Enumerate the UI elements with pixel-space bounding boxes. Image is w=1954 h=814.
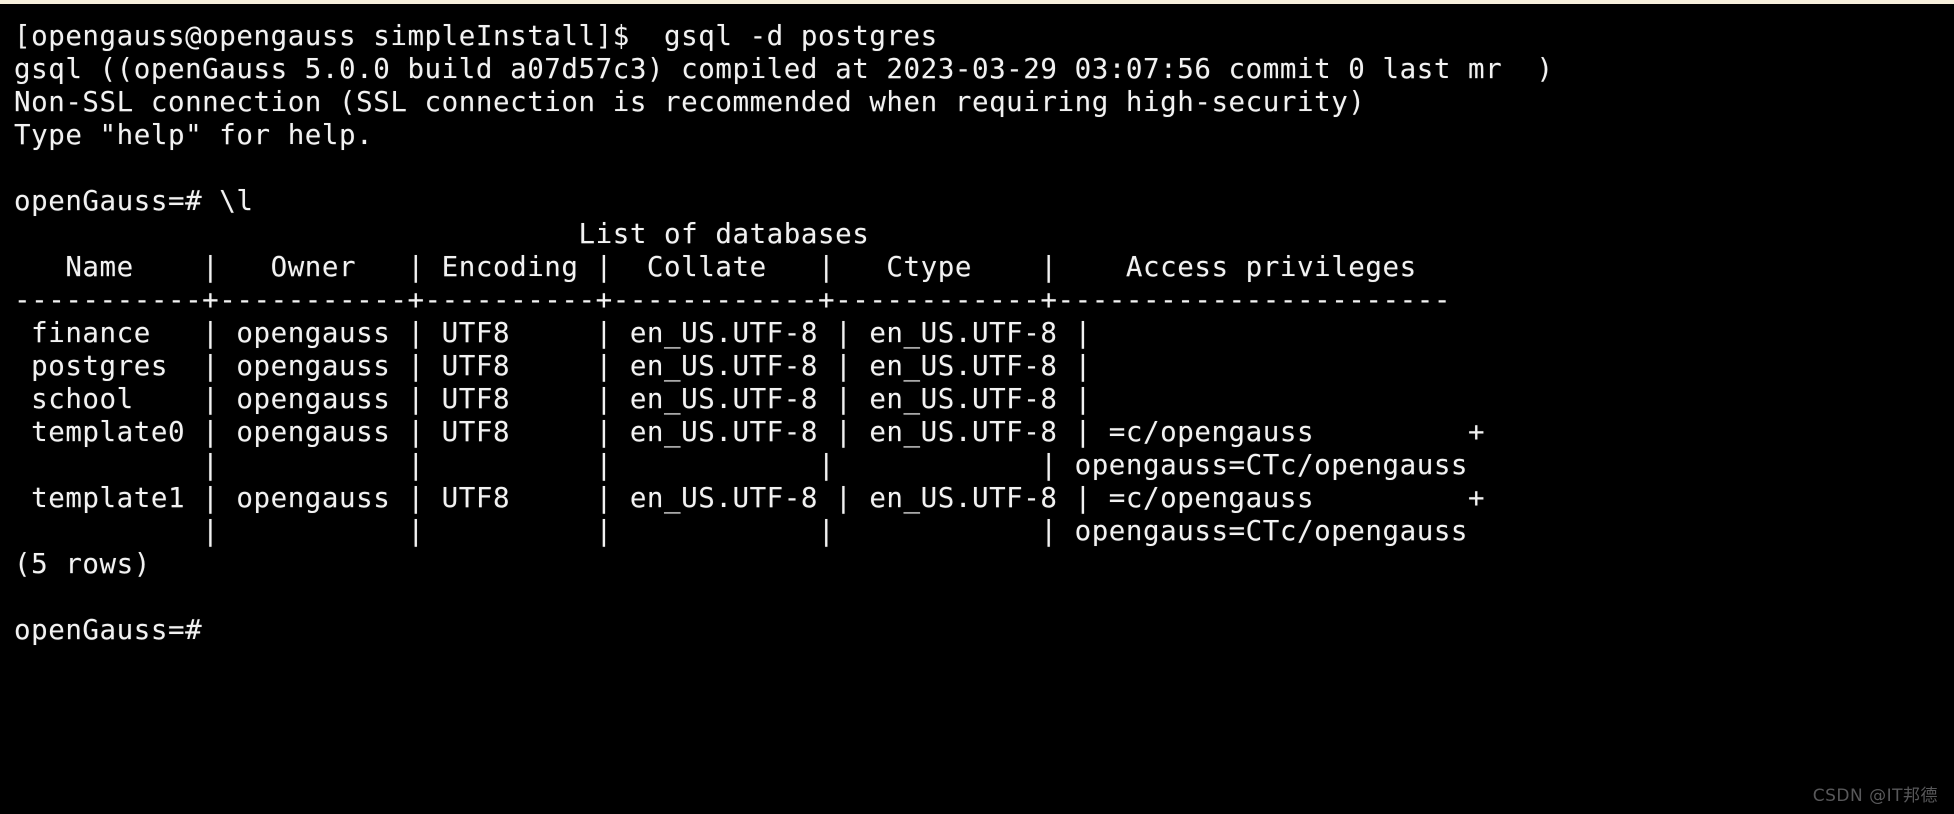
terminal-line-help-hint: Type "help" for help. (14, 119, 374, 151)
terminal-line-gsql-version: gsql ((openGauss 5.0.0 build a07d57c3) c… (14, 53, 1554, 85)
terminal-line-list-databases-command: openGauss=# \l (14, 185, 254, 217)
watermark-label: CSDN @IT邦德 (1812, 786, 1938, 806)
table-header-row: Name | Owner | Encoding | Collate | Ctyp… (14, 251, 1417, 283)
terminal-line-shell-command: [opengauss@opengauss simpleInstall]$ gsq… (14, 20, 938, 52)
table-row: finance | opengauss | UTF8 | en_US.UTF-8… (14, 317, 1092, 349)
terminal-line-blank-2 (14, 581, 1954, 614)
terminal-prompt[interactable]: openGauss=# (14, 614, 1954, 647)
table-row: postgres | opengauss | UTF8 | en_US.UTF-… (14, 350, 1092, 382)
terminal-window: [opengauss@opengauss simpleInstall]$ gsq… (0, 0, 1954, 814)
table-row: template1 | opengauss | UTF8 | en_US.UTF… (14, 482, 1486, 514)
table-row-count: (5 rows) (14, 548, 151, 580)
table-row: template0 | opengauss | UTF8 | en_US.UTF… (14, 416, 1486, 448)
table-row: school | opengauss | UTF8 | en_US.UTF-8 … (14, 383, 1092, 415)
table-row-continuation: | | | | | opengauss=CTc/opengauss (14, 449, 1469, 481)
table-title: List of databases (14, 218, 870, 250)
table-header-separator: -----------+-----------+----------+-----… (14, 284, 1451, 316)
table-row-continuation: | | | | | opengauss=CTc/opengauss (14, 515, 1469, 547)
terminal-line-ssl-notice: Non-SSL connection (SSL connection is re… (14, 86, 1366, 118)
terminal-line-blank-1 (14, 152, 1954, 185)
terminal-screen[interactable]: [opengauss@opengauss simpleInstall]$ gsq… (0, 4, 1954, 814)
